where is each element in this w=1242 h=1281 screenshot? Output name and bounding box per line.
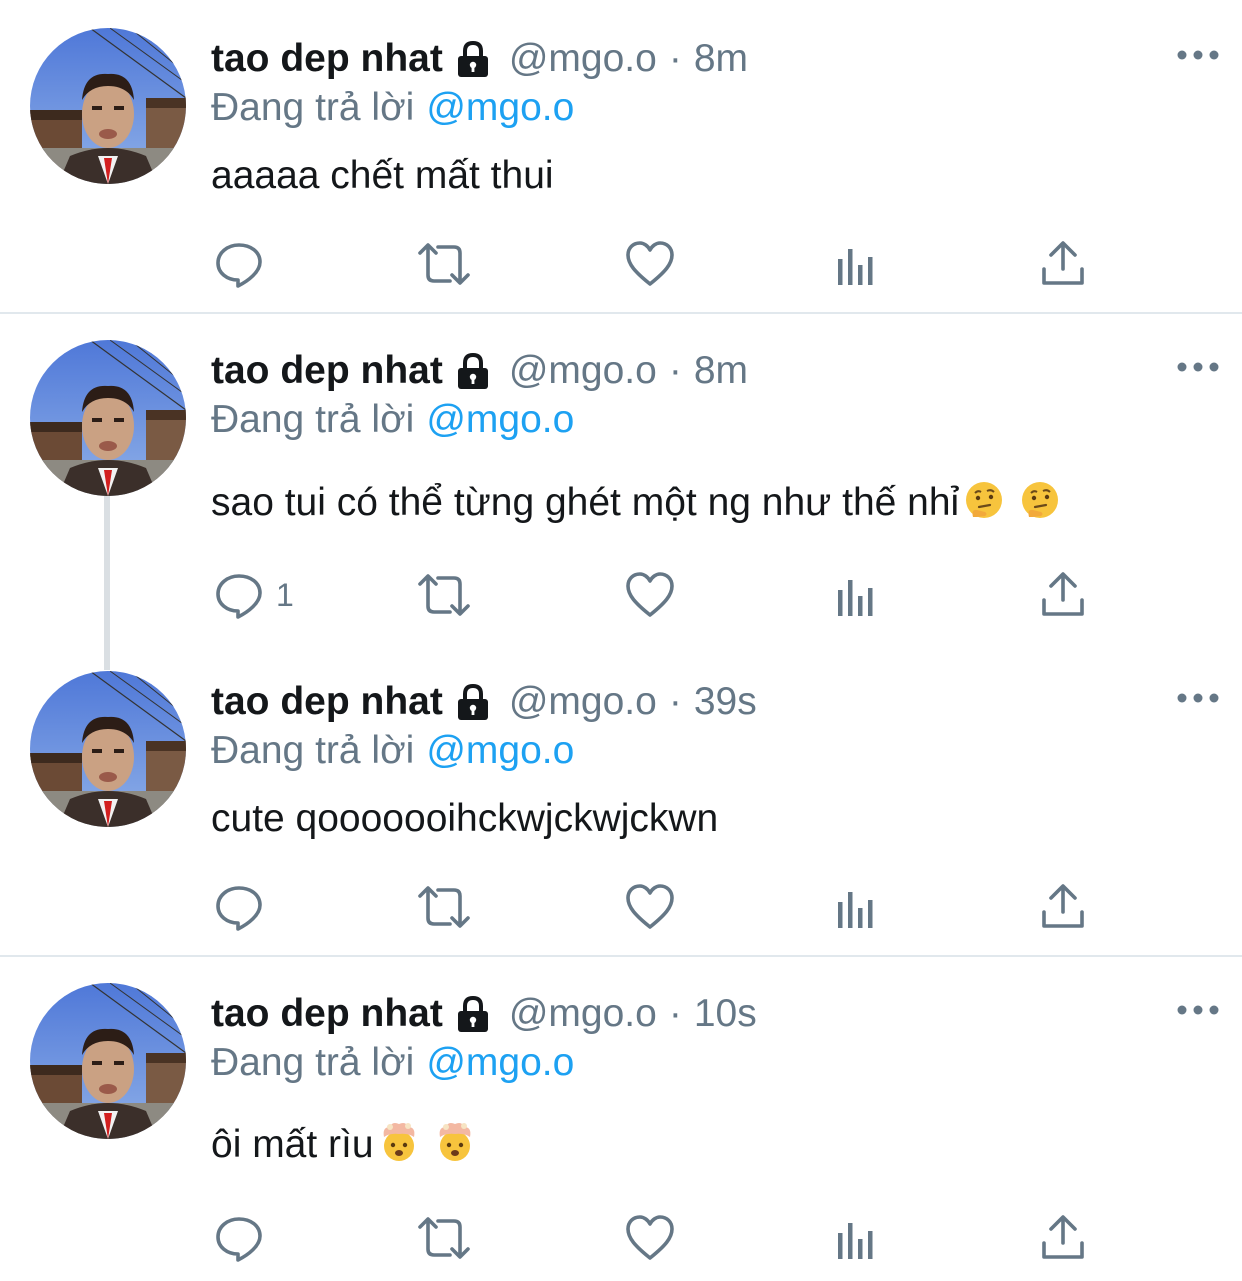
tweet-text-content: aaaaa chết mất thui: [211, 154, 554, 197]
handle[interactable]: @mgo.o: [509, 34, 657, 84]
display-name[interactable]: tao dep nhat: [211, 989, 443, 1039]
replying-to: Đang trả lời @mgo.o: [211, 395, 574, 445]
reply-icon: [214, 882, 264, 932]
lock-icon: [453, 351, 493, 391]
tweet-text-content: ôi mất rìu: [211, 1123, 374, 1166]
reply-count: 1: [276, 576, 294, 613]
replying-to: Đang trả lời @mgo.o: [211, 1038, 574, 1088]
exploding-head-emoji: [434, 1121, 476, 1163]
action-bar: [0, 877, 1242, 937]
reply-button[interactable]: [214, 1208, 276, 1268]
more-options-icon[interactable]: [1176, 352, 1220, 382]
reply-button[interactable]: 1: [214, 565, 294, 625]
thinking-face-emoji: [1019, 479, 1061, 521]
retweet-button[interactable]: [416, 877, 472, 937]
tweet-divider: [0, 955, 1242, 957]
replying-to-label: Đang trả lời: [211, 86, 415, 129]
like-button[interactable]: [625, 565, 675, 625]
display-name[interactable]: tao dep nhat: [211, 677, 443, 727]
action-bar: [0, 1208, 1242, 1268]
like-button[interactable]: [625, 234, 675, 294]
heart-icon: [625, 240, 675, 288]
avatar[interactable]: [30, 28, 186, 184]
more-options-icon[interactable]: [1176, 683, 1220, 713]
timestamp[interactable]: 8m: [694, 34, 748, 84]
retweet-icon: [416, 1213, 472, 1263]
reply-button[interactable]: [214, 877, 276, 937]
analytics-button[interactable]: [836, 234, 878, 294]
timestamp[interactable]: 8m: [694, 346, 748, 396]
share-button[interactable]: [1040, 565, 1086, 625]
share-button[interactable]: [1040, 877, 1086, 937]
share-button[interactable]: [1040, 1208, 1086, 1268]
reply-icon: [214, 1213, 264, 1263]
replying-to-label: Đang trả lời: [211, 398, 415, 441]
analytics-button[interactable]: [836, 877, 878, 937]
heart-icon: [625, 1214, 675, 1262]
retweet-button[interactable]: [416, 565, 472, 625]
analytics-button[interactable]: [836, 1208, 878, 1268]
retweet-icon: [416, 239, 472, 289]
lock-icon: [453, 994, 493, 1034]
analytics-button[interactable]: [836, 565, 878, 625]
like-button[interactable]: [625, 877, 675, 937]
retweet-icon: [416, 882, 472, 932]
handle[interactable]: @mgo.o: [509, 989, 657, 1039]
tweet-text: aaaaa chết mất thui: [211, 151, 554, 201]
replying-to: Đang trả lời @mgo.o: [211, 83, 574, 133]
timestamp[interactable]: 10s: [694, 989, 757, 1039]
reply-button[interactable]: [214, 234, 276, 294]
replying-to: Đang trả lời @mgo.o: [211, 726, 574, 776]
tweet-text: cute qooooooihckwjckwjckwn: [211, 794, 718, 844]
more-options-icon[interactable]: [1176, 40, 1220, 70]
retweet-button[interactable]: [416, 1208, 472, 1268]
separator-dot: ·: [668, 992, 682, 1035]
analytics-icon: [836, 239, 878, 289]
action-bar: [0, 234, 1242, 294]
tweet-divider: [0, 312, 1242, 314]
tweet-text-content: sao tui có thể từng ghét một ng như thế …: [211, 481, 960, 524]
lock-icon: [453, 39, 493, 79]
separator-dot: ·: [668, 680, 682, 723]
reply-icon: [214, 239, 264, 289]
separator-dot: ·: [668, 349, 682, 392]
replying-to-mention[interactable]: @mgo.o: [426, 729, 574, 772]
tweet-text: ôi mất rìu: [211, 1120, 476, 1170]
share-icon: [1040, 239, 1086, 289]
heart-icon: [625, 883, 675, 931]
replying-to-label: Đang trả lời: [211, 1041, 415, 1084]
avatar[interactable]: [30, 983, 186, 1139]
display-name[interactable]: tao dep nhat: [211, 34, 443, 84]
replying-to-mention[interactable]: @mgo.o: [426, 86, 574, 129]
analytics-icon: [836, 1213, 878, 1263]
handle[interactable]: @mgo.o: [509, 677, 657, 727]
analytics-icon: [836, 570, 878, 620]
retweet-icon: [416, 570, 472, 620]
timestamp[interactable]: 39s: [694, 677, 757, 727]
lock-icon: [453, 682, 493, 722]
handle[interactable]: @mgo.o: [509, 346, 657, 396]
replying-to-label: Đang trả lời: [211, 729, 415, 772]
display-name[interactable]: tao dep nhat: [211, 346, 443, 396]
avatar[interactable]: [30, 671, 186, 827]
replying-to-mention[interactable]: @mgo.o: [426, 1041, 574, 1084]
separator-dot: ·: [668, 37, 682, 80]
tweet-text: sao tui có thể từng ghét một ng như thế …: [211, 478, 1061, 528]
reply-icon: [214, 570, 264, 620]
tweet-text-content: cute qooooooihckwjckwjckwn: [211, 797, 719, 840]
share-button[interactable]: [1040, 234, 1086, 294]
share-icon: [1040, 570, 1086, 620]
action-bar: 1: [0, 565, 1242, 625]
more-options-icon[interactable]: [1176, 995, 1220, 1025]
like-button[interactable]: [625, 1208, 675, 1268]
retweet-button[interactable]: [416, 234, 472, 294]
avatar[interactable]: [30, 340, 186, 496]
share-icon: [1040, 1213, 1086, 1263]
analytics-icon: [836, 882, 878, 932]
exploding-head-emoji: [378, 1121, 420, 1163]
replying-to-mention[interactable]: @mgo.o: [426, 398, 574, 441]
heart-icon: [625, 571, 675, 619]
thinking-face-emoji: [963, 479, 1005, 521]
share-icon: [1040, 882, 1086, 932]
